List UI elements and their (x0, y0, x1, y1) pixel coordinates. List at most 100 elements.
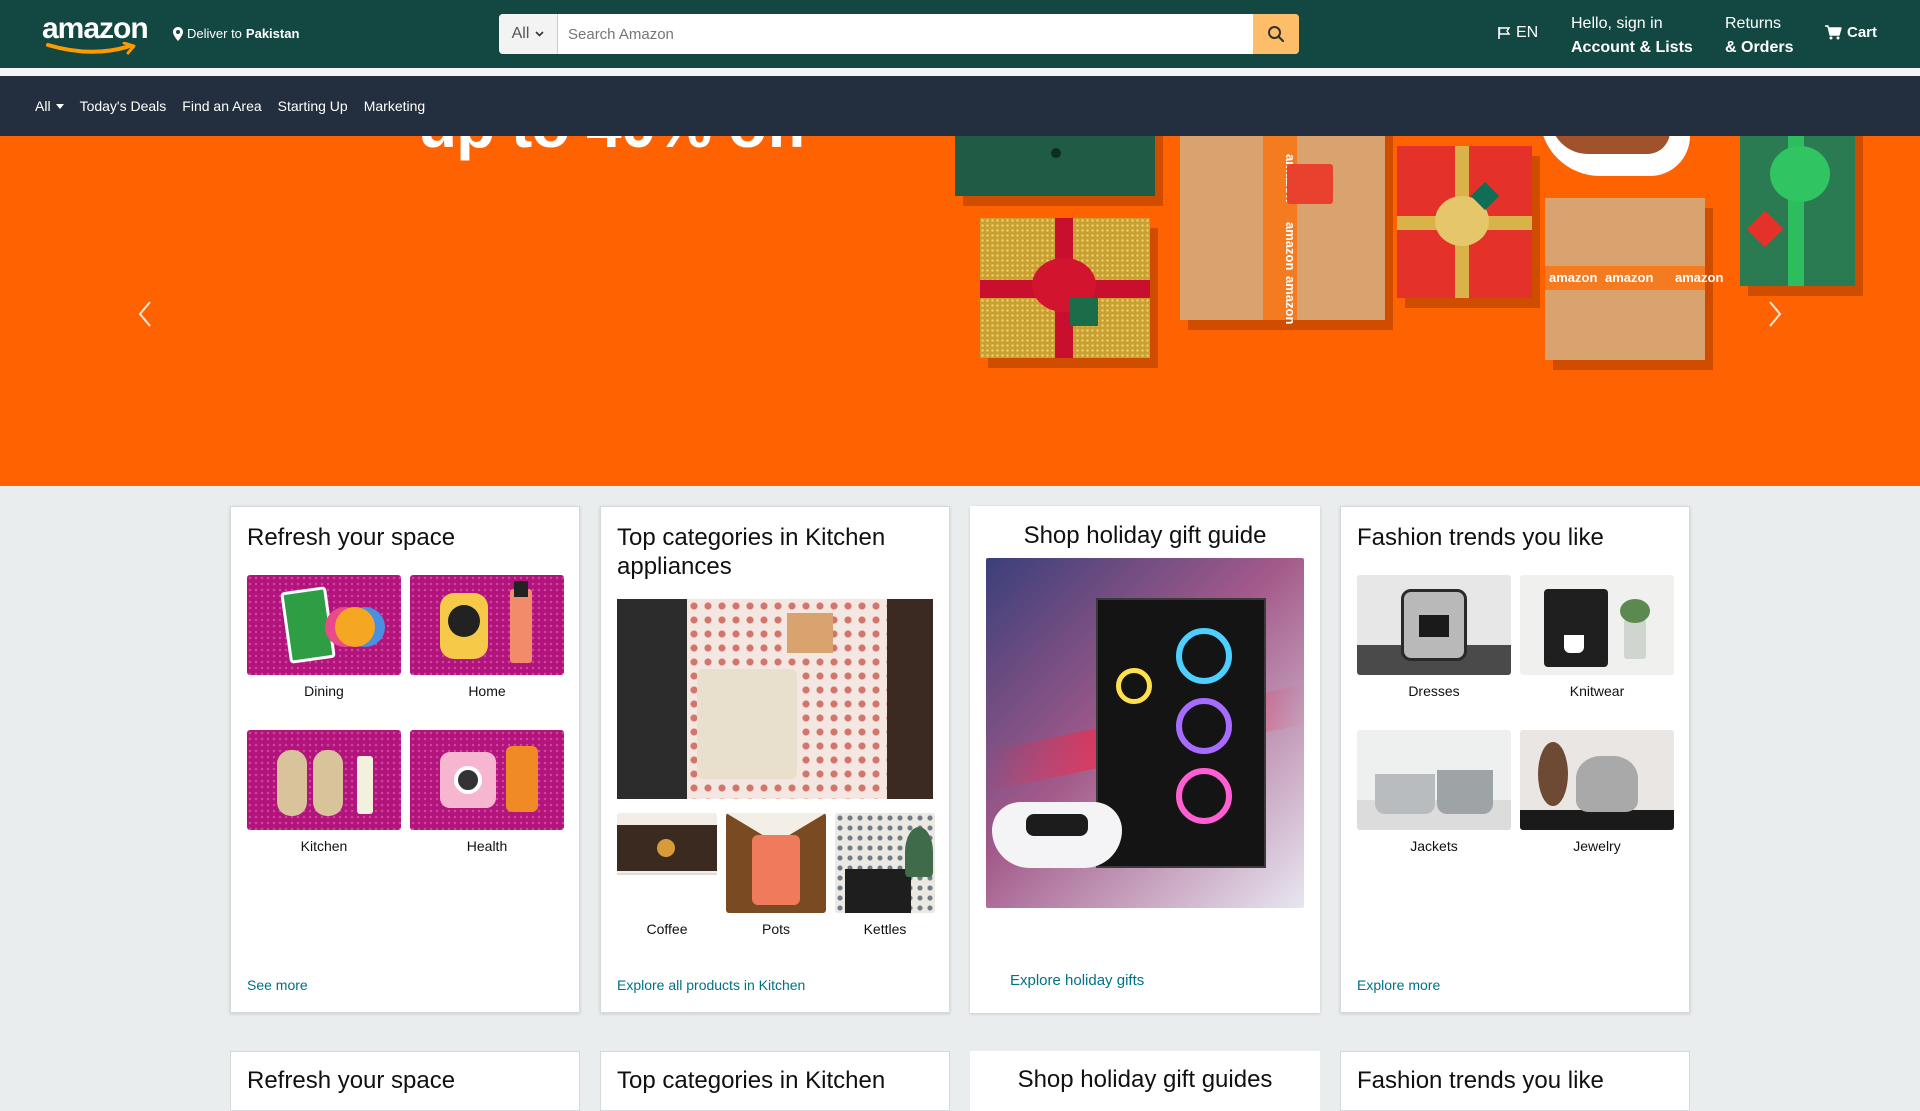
knitwear-image (1520, 575, 1674, 675)
cart-button[interactable]: Cart (1825, 24, 1877, 41)
explore-more-link[interactable]: Explore more (1357, 977, 1440, 993)
health-image (410, 730, 564, 830)
logo-text: amazon (42, 12, 149, 45)
tile-jewelry[interactable]: Jewelry (1520, 730, 1674, 854)
flag-icon (1498, 27, 1511, 39)
nav-all-label: All (35, 98, 51, 114)
kraft-gift-box-horizontal: amazon amazon amazon (1545, 198, 1723, 360)
explore-kitchen-link[interactable]: Explore all products in Kitchen (617, 977, 805, 993)
card-title: Top categories in Kitchen appliances (617, 524, 886, 580)
search-category-select[interactable]: All (499, 14, 558, 54)
green-gift-box-right (1740, 136, 1855, 286)
hero-headline: up to 40% off (418, 136, 808, 162)
cart-label: Cart (1847, 24, 1878, 41)
header-divider (0, 68, 1920, 76)
card-title: Fashion trends you like (1357, 1067, 1604, 1094)
green-gift-box (955, 136, 1155, 196)
nav-todays-deals[interactable]: Today's Deals (80, 98, 167, 114)
nav-all-menu[interactable]: All (35, 98, 64, 114)
see-more-link[interactable]: See more (247, 977, 308, 993)
orders-label: & Orders (1725, 39, 1794, 56)
cart-icon (1825, 25, 1842, 40)
top-header: amazon Deliver to Pakistan All Search Am… (0, 0, 1920, 68)
caret-down-icon (55, 103, 64, 109)
card-row2-holiday: Shop holiday gift guides (970, 1051, 1320, 1111)
returns-orders[interactable]: Returns & Orders (1725, 12, 1793, 60)
card-holiday-gift-guide: Shop holiday gift guide Explore holiday … (970, 506, 1320, 1013)
content-area: Refresh your space Dining Home Kitchen H… (210, 486, 1710, 1111)
deliver-to[interactable]: Deliver to Pakistan (173, 26, 299, 41)
coffee-image (617, 813, 717, 913)
kitchen-image (247, 730, 401, 830)
jewelry-image (1520, 730, 1674, 830)
location-pin-icon (173, 26, 183, 41)
hero-banner[interactable]: up to 40% off amazon amazon amazon (0, 136, 1920, 486)
tile-dresses[interactable]: Dresses (1357, 575, 1511, 699)
search-input[interactable] (558, 14, 1253, 54)
explore-holiday-gifts-link[interactable]: Explore holiday gifts (1010, 972, 1144, 989)
tile-knitwear[interactable]: Knitwear (1520, 575, 1674, 699)
card-title: Fashion trends you like (1357, 524, 1604, 551)
tile-coffee[interactable]: Coffee (617, 813, 717, 937)
logo-smile-icon (46, 42, 136, 55)
kraft-gift-box: amazon amazon amazon (1180, 136, 1385, 324)
card-row2-fashion: Fashion trends you like (1340, 1051, 1690, 1111)
tape-word: amazon (1675, 270, 1724, 285)
tile-label: Health (466, 838, 508, 854)
nav-marketing[interactable]: Marketing (364, 98, 425, 114)
jackets-image (1357, 730, 1511, 830)
tile-label: Jewelry (1573, 838, 1621, 854)
gaming-pc-image[interactable] (986, 558, 1304, 908)
tile-pots[interactable]: Pots (726, 813, 826, 937)
tile-label: Kettles (863, 921, 907, 937)
card-refresh-your-space: Refresh your space Dining Home Kitchen H… (230, 506, 580, 1013)
tile-label: Coffee (646, 921, 688, 937)
card-row2-refresh: Refresh your space (230, 1051, 580, 1111)
search-icon (1268, 26, 1285, 43)
chevron-left-icon[interactable] (130, 294, 160, 334)
nav-label: Find an Area (182, 98, 262, 114)
dresses-image (1357, 575, 1511, 675)
nav-starting-up[interactable]: Starting Up (278, 98, 348, 114)
account-menu[interactable]: Hello, sign in Account & Lists (1571, 12, 1693, 60)
nav-label: Starting Up (277, 98, 348, 114)
kitchen-hero-image[interactable] (617, 599, 933, 799)
nav-label: Today's Deals (79, 98, 167, 114)
pots-image (726, 813, 826, 913)
deliver-location: Pakistan (245, 26, 300, 41)
card-title: Top categories in Kitchen (617, 1067, 886, 1094)
tile-jackets[interactable]: Jackets (1357, 730, 1511, 854)
tape-word: amazon (1283, 222, 1298, 271)
tile-kitchen[interactable]: Kitchen (247, 730, 401, 854)
language-selector[interactable]: EN (1497, 24, 1538, 42)
tile-health[interactable]: Health (410, 730, 564, 854)
red-gift-box (1397, 146, 1532, 298)
tile-label: Dresses (1408, 683, 1460, 699)
tile-label: Knitwear (1569, 683, 1625, 699)
tile-kettles[interactable]: Kettles (835, 813, 935, 937)
deliver-prefix: Deliver to (187, 26, 242, 41)
amazon-logo[interactable]: amazon (42, 12, 149, 55)
account-lists: Account & Lists (1571, 39, 1693, 56)
gold-gift-box (980, 218, 1150, 358)
card-title: Shop holiday gift guide (1023, 522, 1267, 549)
gift-boxes-illustration: amazon amazon amazon amazon amazon amazo… (935, 136, 1895, 396)
search-category-value: All (511, 25, 530, 42)
returns-label: Returns (1725, 15, 1782, 32)
card-row2-kitchen: Top categories in Kitchen (600, 1051, 950, 1111)
nav-find-an-area[interactable]: Find an Area (182, 98, 261, 114)
chevron-down-icon (535, 31, 544, 37)
nav-label: Marketing (363, 98, 426, 114)
card-title: Refresh your space (247, 524, 456, 551)
small-gift (1287, 164, 1333, 204)
shoe-item (1540, 136, 1690, 176)
tape-word: amazon (1605, 270, 1654, 285)
language-label: EN (1516, 24, 1539, 41)
sub-navigation: All Today's Deals Find an Area Starting … (0, 76, 1920, 136)
search-button[interactable] (1253, 14, 1299, 54)
tile-dining[interactable]: Dining (247, 575, 401, 699)
card-fashion-trends: Fashion trends you like Dresses Knitwear (1340, 506, 1690, 1013)
tile-home[interactable]: Home (410, 575, 564, 699)
kettles-image (835, 813, 935, 913)
card-title: Refresh your space (247, 1067, 456, 1094)
